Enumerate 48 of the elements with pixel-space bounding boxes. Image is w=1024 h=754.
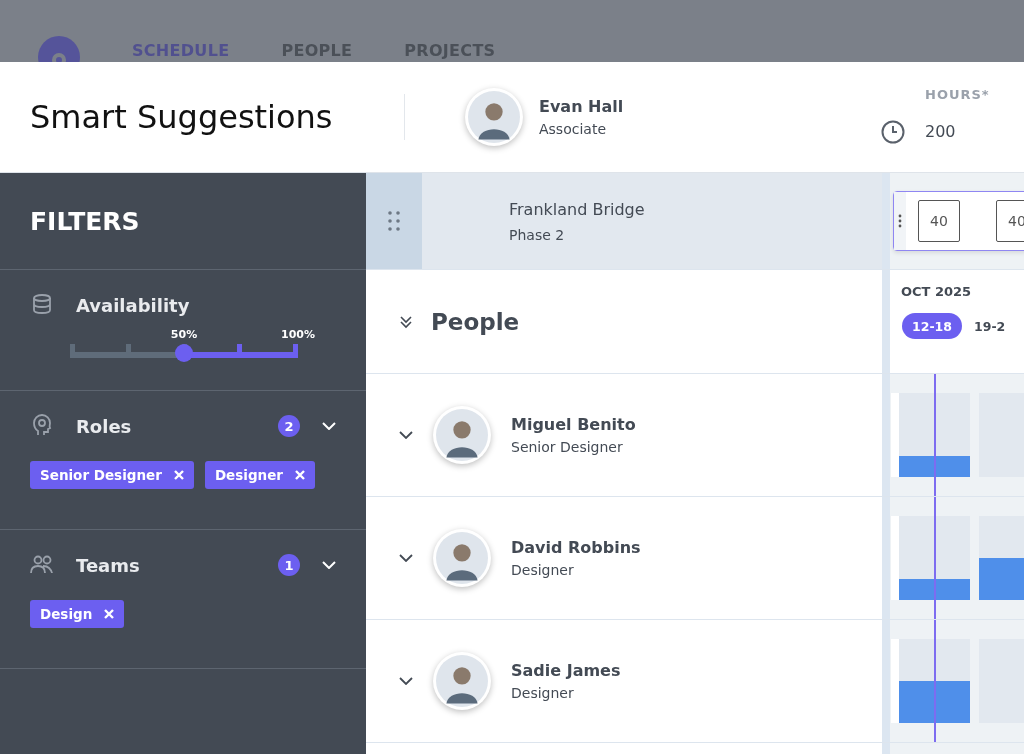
head-icon [30,414,54,438]
filter-title: Roles [76,415,133,437]
person-name: David Robbins [511,538,641,557]
hours-input[interactable]: 40 [996,200,1024,242]
hours-value: 200 [925,122,957,141]
chevron-down-icon[interactable] [399,431,413,439]
chevron-down-icon[interactable] [399,554,413,562]
database-icon [30,293,54,317]
grip-icon[interactable] [898,214,902,228]
filter-title: Teams [76,554,141,576]
slider-label: 50% [170,328,198,341]
collapse-icon[interactable] [399,314,413,329]
section-title: People [431,308,520,335]
close-icon[interactable] [173,470,184,480]
person-role: Senior Designer [511,439,624,455]
availability-slider[interactable] [70,344,298,362]
filter-tag[interactable]: Designer [204,461,315,489]
chevron-down-icon[interactable] [399,677,413,685]
hours-label: HOURS* [925,86,990,102]
project-name: Frankland Bridge [509,199,645,219]
filter-tag[interactable]: Design [30,600,125,628]
filter-tag[interactable]: Senior Designer [30,461,194,489]
filter-title: Availability [76,294,191,316]
person-role: Designer [511,562,575,578]
project-phase: Phase 2 [509,226,566,243]
month-label: OCT 2025 [901,284,973,299]
drag-handle[interactable] [366,173,422,269]
avatar [465,88,523,146]
avatar [433,529,491,587]
grip-icon[interactable] [388,211,400,231]
person-name: Evan Hall [539,97,625,116]
count-badge: 2 [278,415,300,437]
avatar [433,406,491,464]
close-icon[interactable] [295,470,305,480]
count-badge: 1 [278,554,300,576]
hours-input[interactable]: 40 [918,200,960,242]
close-icon[interactable] [104,609,115,619]
slider-label: 100% [281,328,315,341]
clock-icon [881,119,905,144]
week-tab[interactable]: 19-2 [974,313,1006,339]
avatar [433,652,491,710]
person-name: Miguel Benito [511,415,636,434]
person-role: Designer [511,685,575,701]
page-title: Smart Suggestions [29,98,334,136]
week-tab[interactable]: 12-18 [902,313,962,339]
filters-title: FILTERS [30,206,140,236]
person-role: Associate [539,121,607,137]
person-name: Sadie James [511,661,621,680]
